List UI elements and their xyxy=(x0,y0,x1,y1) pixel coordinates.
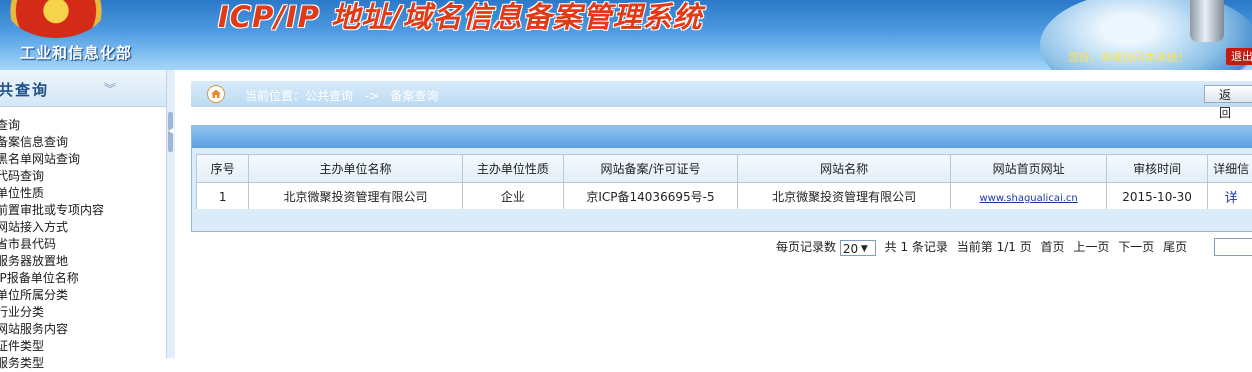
sidebar-item-org-type[interactable]: 单位性质 xyxy=(0,185,166,202)
app-header: 工业和信息化部 ICP/IP 地址/域名信息备案管理系统 您好，欢迎访问本系统！… xyxy=(0,0,1252,70)
last-page-link[interactable]: 尾页 xyxy=(1163,240,1187,254)
column-header-license: 网站备案/许可证号 xyxy=(564,155,738,183)
chevron-left-icon: ◀ xyxy=(168,126,174,135)
page-jump-input[interactable] xyxy=(1214,238,1252,256)
results-table: 序号 主办单位名称 主办单位性质 网站备案/许可证号 网站名称 网站首页网址 审… xyxy=(196,154,1252,211)
current-page: 当前第 1/1 页 xyxy=(957,240,1032,254)
cell-detail: 详 xyxy=(1208,183,1252,211)
cell-index: 1 xyxy=(197,183,249,211)
back-button[interactable]: 返 回 xyxy=(1204,85,1252,103)
table-row: 1 北京微聚投资管理有限公司 企业 京ICP备14036695号-5 北京微聚投… xyxy=(197,183,1252,211)
sidebar-item-blacklist-query[interactable]: 黑名单网站查询 xyxy=(0,151,166,168)
sidebar-item-industry[interactable]: 行业分类 xyxy=(0,304,166,321)
per-page-select[interactable]: 20▼ xyxy=(840,240,876,256)
welcome-message: 您好，欢迎访问本系统！ xyxy=(1068,49,1189,65)
home-icon[interactable] xyxy=(207,85,225,103)
cell-license: 京ICP备14036695号-5 xyxy=(564,183,738,211)
sidebar-item-access-mode[interactable]: 网站接入方式 xyxy=(0,219,166,236)
site-url-link[interactable]: www.shagualicai.cn xyxy=(979,193,1077,204)
sidebar-item-region-code[interactable]: 省市县代码 xyxy=(0,236,166,253)
column-header-org-type: 主办单位性质 xyxy=(462,155,563,183)
sidebar-item-ip-reporter[interactable]: IP报备单位名称 xyxy=(0,270,166,287)
logout-button[interactable]: 退出 xyxy=(1226,48,1252,65)
prev-page-link[interactable]: 上一页 xyxy=(1073,240,1109,254)
column-header-detail: 详细信 xyxy=(1208,155,1252,183)
sidebar-item-query[interactable]: 查询 xyxy=(0,117,166,134)
sidebar-header[interactable]: 共查询 ︾ xyxy=(0,70,166,107)
ministry-name: 工业和信息化部 xyxy=(20,42,132,63)
sidebar-menu: 查询 备案信息查询 黑名单网站查询 代码查询 单位性质 前置审批或专项内容 网站… xyxy=(0,107,166,372)
cell-site-name: 北京微聚投资管理有限公司 xyxy=(737,183,950,211)
sidebar-item-code-query[interactable]: 代码查询 xyxy=(0,168,166,185)
national-emblem-icon xyxy=(4,0,108,38)
sidebar-item-record-query[interactable]: 备案信息查询 xyxy=(0,134,166,151)
breadcrumb-current: 备案查询 xyxy=(390,89,438,103)
sidebar-item-server-location[interactable]: 服务器放置地 xyxy=(0,253,166,270)
table-header-row: 序号 主办单位名称 主办单位性质 网站备案/许可证号 网站名称 网站首页网址 审… xyxy=(197,155,1252,183)
detail-link[interactable]: 详 xyxy=(1225,191,1238,206)
panel-footer xyxy=(196,209,1252,227)
system-title: ICP/IP 地址/域名信息备案管理系统 xyxy=(218,0,703,36)
pagination: 每页记录数 20▼ 共 1 条记录 当前第 1/1 页 首页 上一页 下一页 尾… xyxy=(776,238,1192,256)
collapse-handle[interactable]: ◀ xyxy=(168,112,173,152)
column-header-index: 序号 xyxy=(197,155,249,183)
per-page-label: 每页记录数 xyxy=(776,240,836,254)
sidebar-title: 共查询 xyxy=(0,79,49,100)
results-panel: 序号 主办单位名称 主办单位性质 网站备案/许可证号 网站名称 网站首页网址 审… xyxy=(191,125,1252,232)
sidebar: 共查询 ︾ 查询 备案信息查询 黑名单网站查询 代码查询 单位性质 前置审批或专… xyxy=(0,70,167,358)
cell-org-type: 企业 xyxy=(462,183,563,211)
sidebar-item-pre-approval[interactable]: 前置审批或专项内容 xyxy=(0,202,166,219)
cell-org-name: 北京微聚投资管理有限公司 xyxy=(249,183,462,211)
first-page-link[interactable]: 首页 xyxy=(1041,240,1065,254)
cell-url: www.shagualicai.cn xyxy=(951,183,1107,211)
pillar-graphic xyxy=(1190,0,1224,42)
breadcrumb-path: 当前位置：公共查询 xyxy=(245,89,353,103)
dropdown-arrow-icon: ▼ xyxy=(861,241,868,257)
column-header-date: 审核时间 xyxy=(1106,155,1207,183)
column-header-url: 网站首页网址 xyxy=(951,155,1107,183)
double-chevron-down-icon[interactable]: ︾ xyxy=(104,80,116,97)
per-page-value: 20 xyxy=(843,242,858,256)
sidebar-item-id-type[interactable]: 证件类型 xyxy=(0,338,166,355)
column-header-org-name: 主办单位名称 xyxy=(249,155,462,183)
sidebar-splitter[interactable]: ◀ xyxy=(167,70,175,358)
breadcrumb-separator: -> xyxy=(364,89,378,103)
breadcrumb: 当前位置：公共查询 -> 备案查询 xyxy=(191,81,1252,107)
next-page-link[interactable]: 下一页 xyxy=(1118,240,1154,254)
panel-title-bar xyxy=(192,126,1252,148)
sidebar-item-service-content[interactable]: 网站服务内容 xyxy=(0,321,166,338)
total-records: 共 1 条记录 xyxy=(885,240,948,254)
column-header-site-name: 网站名称 xyxy=(737,155,950,183)
sidebar-item-org-category[interactable]: 单位所属分类 xyxy=(0,287,166,304)
cell-date: 2015-10-30 xyxy=(1106,183,1207,211)
